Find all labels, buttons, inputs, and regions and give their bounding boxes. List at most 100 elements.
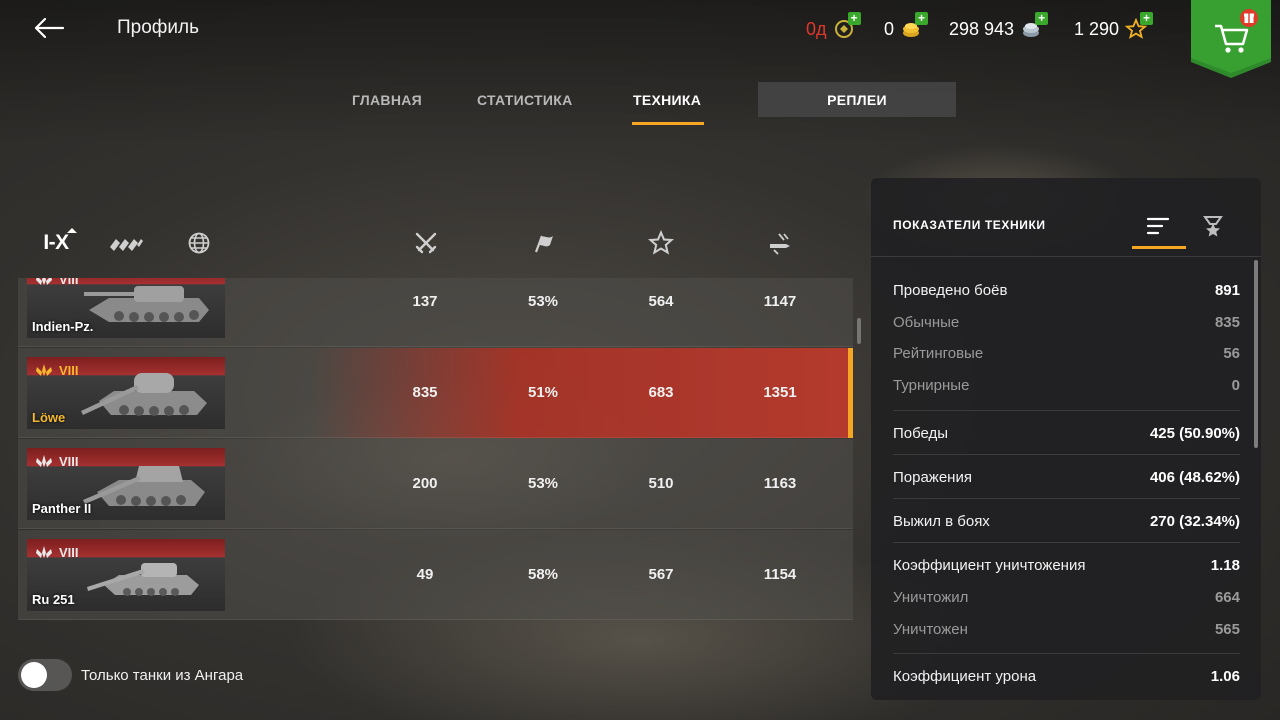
- tier-label: VIII: [59, 544, 79, 560]
- tank-image: [83, 466, 205, 506]
- battles-column-button[interactable]: [407, 226, 445, 260]
- stat-defeats: Поражения 406 (48.62%): [893, 469, 1240, 486]
- star-icon: +: [1124, 12, 1154, 40]
- credits-counter[interactable]: 298 943 +: [949, 12, 1049, 40]
- stat-destruction-ratio: Коэффициент уничтожения 1.18: [893, 557, 1240, 574]
- winrate-column-button[interactable]: [524, 226, 562, 260]
- stat-value: 425 (50.90%): [1149, 425, 1240, 442]
- divider: [893, 410, 1240, 411]
- mastery-badge-icon: [36, 546, 52, 558]
- stat-victories: Победы 425 (50.90%): [893, 425, 1240, 442]
- free-xp-icon: +: [833, 12, 861, 40]
- vehicle-name: Indien-Pz.: [32, 319, 94, 334]
- stat-label: Обычные: [893, 314, 960, 331]
- stat-label: Рейтинговые: [893, 345, 984, 362]
- stat-was-destroyed: Уничтожен 565: [893, 621, 1240, 638]
- vehicle-row-ru-251[interactable]: VIII Ru 251 49 58% 567 1154: [18, 530, 853, 620]
- divider: [893, 542, 1240, 543]
- divider: [893, 454, 1240, 455]
- tank-image: [87, 563, 199, 596]
- shopping-cart-icon: [1191, 0, 1271, 78]
- avg-xp-value: 510: [648, 475, 674, 492]
- vehicle-card: VIII Indien-Pz.: [27, 278, 225, 338]
- victory-flag-icon: [534, 235, 553, 253]
- toggle-knob: [21, 662, 47, 688]
- tier-sort-button[interactable]: I-X: [36, 226, 77, 260]
- nation-filter-button[interactable]: [180, 226, 218, 260]
- tier-label: VIII: [59, 453, 79, 469]
- avg-damage-value: 1154: [763, 566, 797, 583]
- premium-xp-counter[interactable]: 1 290 +: [1074, 12, 1154, 40]
- avg-damage-column-button[interactable]: [761, 226, 799, 260]
- stat-label: Выжил в боях: [893, 513, 990, 530]
- stat-damage-ratio: Коэффициент урона 1.06: [893, 668, 1240, 685]
- arrow-left-icon: [34, 17, 65, 39]
- winrate-value: 58%: [527, 566, 559, 583]
- stats-panel-scrollbar[interactable]: [1254, 260, 1258, 448]
- stat-label: Уничтожил: [893, 589, 969, 606]
- stats-tab-list[interactable]: [1138, 206, 1178, 246]
- tank-image: [84, 286, 209, 322]
- stats-panel-title: ПОКАЗАТЕЛИ ТЕХНИКИ: [893, 218, 1046, 232]
- vehicle-card: VIII Panther II: [27, 448, 225, 520]
- top-bar: Профиль 0д + 0 + 298 943 + 1 290 +: [0, 0, 1280, 78]
- tier-label: VIII: [59, 362, 79, 378]
- stat-value: 270 (32.34%): [1149, 513, 1240, 530]
- winrate-value: 53%: [527, 293, 559, 310]
- plus-icon: +: [1035, 12, 1049, 25]
- vehicle-row-lowe[interactable]: VIII Löwe 835 51% 683 1351: [18, 348, 853, 438]
- tab-main[interactable]: ГЛАВНАЯ: [352, 92, 422, 108]
- stat-label: Коэффициент уничтожения: [893, 557, 1086, 574]
- vehicle-type-filter-button[interactable]: [106, 226, 146, 260]
- stat-battles-total: Проведено боёв 891: [893, 282, 1240, 299]
- tier-filter-label: I-X: [43, 231, 69, 254]
- battles-value: 835: [412, 384, 438, 401]
- gold-counter[interactable]: 0 +: [884, 12, 929, 40]
- battles-value: 49: [416, 566, 434, 583]
- active-stats-tab-indicator: [1132, 246, 1186, 249]
- stat-value: 664: [1214, 589, 1240, 606]
- profile-tabs: ГЛАВНАЯ СТАТИСТИКА ТЕХНИКА РЕПЛЕИ: [0, 82, 1280, 128]
- stat-value: 891: [1214, 282, 1240, 299]
- stat-value: 835: [1214, 314, 1240, 331]
- stat-value: 1.06: [1210, 668, 1240, 685]
- gold-coins-icon: +: [900, 12, 929, 40]
- vehicle-card: VIII Löwe: [27, 357, 225, 429]
- stats-tab-mastery[interactable]: [1193, 206, 1233, 246]
- page-title: Профиль: [117, 17, 200, 38]
- vehicle-row-panther-ii[interactable]: VIII Panther II 200 53% 510 1163: [18, 439, 853, 529]
- battles-value: 200: [412, 475, 438, 492]
- stat-battles-rating: Рейтинговые 56: [893, 345, 1240, 362]
- vehicle-row-indien-pz[interactable]: VIII Indien-Pz. 137 53% 564 1147: [18, 278, 853, 347]
- avg-damage-value: 1351: [763, 384, 797, 401]
- tab-vehicles[interactable]: ТЕХНИКА: [633, 92, 701, 108]
- vehicle-name: Ru 251: [32, 592, 75, 607]
- stat-value: 56: [1223, 345, 1240, 362]
- vehicle-list-scrollbar[interactable]: [857, 318, 861, 344]
- silver-coins-icon: +: [1020, 12, 1049, 40]
- shop-button[interactable]: [1191, 0, 1271, 78]
- replays-button[interactable]: РЕПЛЕИ: [758, 82, 956, 117]
- divider: [893, 653, 1240, 654]
- hangar-only-toggle[interactable]: [18, 659, 72, 691]
- vehicle-list[interactable]: VIII Indien-Pz. 137 53% 564 1147 VIII Lö…: [18, 278, 853, 630]
- credits-value: 298 943: [949, 18, 1015, 39]
- mastery-badge-icon: [36, 364, 52, 376]
- avg-damage-value: 1147: [763, 293, 797, 310]
- avg-xp-column-button[interactable]: [642, 226, 680, 260]
- free-xp-counter[interactable]: 0д +: [806, 12, 861, 40]
- vehicle-types-icon: [110, 239, 143, 251]
- globe-icon: [188, 232, 210, 254]
- tank-image: [81, 373, 207, 416]
- vehicle-stats-panel: ПОКАЗАТЕЛИ ТЕХНИКИ Проведено боёв 891 Об…: [871, 178, 1261, 700]
- vehicle-tier: VIII: [33, 544, 79, 560]
- stat-label: Уничтожен: [893, 621, 968, 638]
- stat-value: 565: [1214, 621, 1240, 638]
- back-button[interactable]: [30, 12, 70, 44]
- tab-statistics[interactable]: СТАТИСТИКА: [477, 92, 573, 108]
- sort-arrow-icon: [67, 228, 77, 233]
- stat-battles-regular: Обычные 835: [893, 314, 1240, 331]
- gold-value: 0: [884, 18, 895, 39]
- stat-label: Проведено боёв: [893, 282, 1008, 299]
- plus-icon: +: [847, 12, 861, 25]
